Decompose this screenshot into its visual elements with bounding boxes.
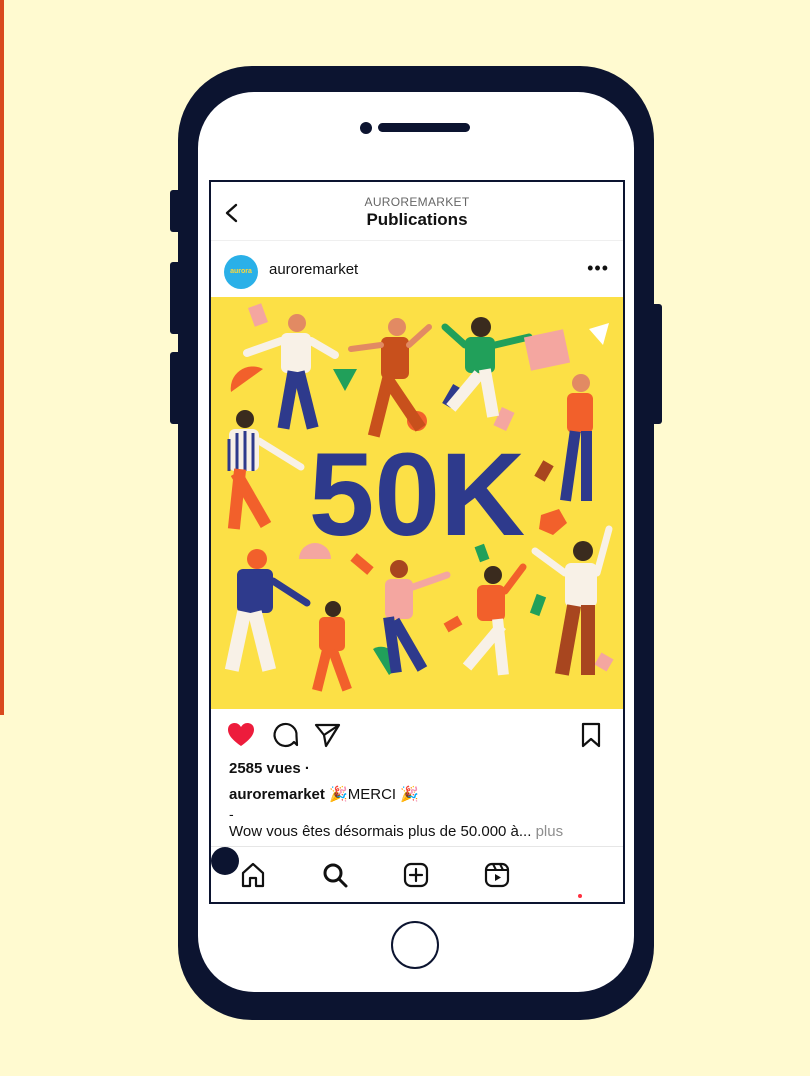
home-button[interactable] <box>391 921 439 969</box>
caption-body: Wow vous êtes désormais plus de 50.000 à… <box>229 823 619 840</box>
post-image[interactable]: 50K <box>211 297 623 709</box>
top-bar: AUROREMARKET Publications <box>211 182 623 241</box>
more-link[interactable]: plus <box>536 823 564 840</box>
account-caption: AUROREMARKET <box>364 195 470 209</box>
post-actions <box>211 709 623 759</box>
notification-dot <box>578 894 582 898</box>
caption-line: Wow vous êtes désormais plus de 50.000 à… <box>229 823 532 840</box>
view-count: 2585 vues · <box>229 760 310 777</box>
post-image-50k-text: 50K <box>309 429 525 561</box>
profile-icon[interactable] <box>211 847 239 875</box>
orange-edge-line <box>0 0 4 715</box>
more-horizontal-icon[interactable]: ••• <box>587 259 609 277</box>
paper-plane-icon[interactable] <box>313 721 341 749</box>
avatar-logo-text: aurora <box>230 268 252 275</box>
instagram-screen: AUROREMARKET Publications aurora aurorem… <box>209 180 625 904</box>
page-title: Publications <box>366 210 468 229</box>
home-icon[interactable] <box>239 861 267 889</box>
heart-icon[interactable] <box>227 721 255 749</box>
post-header: aurora auroremarket ••• <box>211 241 623 297</box>
caption-username[interactable]: auroremarket <box>229 786 325 803</box>
post-caption: auroremarket 🎉MERCI 🎉 <box>229 785 419 803</box>
front-camera <box>360 122 372 134</box>
avatar[interactable]: aurora <box>224 255 258 289</box>
add-post-icon[interactable] <box>402 861 430 889</box>
bookmark-icon[interactable] <box>577 721 605 749</box>
comment-icon[interactable] <box>271 721 299 749</box>
phone-speaker <box>378 123 470 132</box>
bottom-nav <box>211 846 623 902</box>
reels-icon[interactable] <box>483 861 511 889</box>
caption-text: 🎉MERCI 🎉 <box>329 786 419 803</box>
caption-separator: - <box>229 806 234 822</box>
post-username[interactable]: auroremarket <box>269 261 358 278</box>
search-icon[interactable] <box>321 861 349 889</box>
